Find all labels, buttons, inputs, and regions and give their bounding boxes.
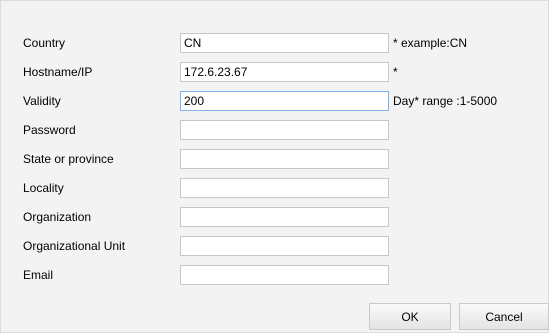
validity-label: Validity: [23, 94, 61, 108]
hostname-label: Hostname/IP: [23, 65, 93, 79]
cancel-button[interactable]: Cancel: [459, 303, 549, 330]
certificate-dialog: Country * example:CN Hostname/IP * Valid…: [0, 0, 549, 333]
validity-input[interactable]: [180, 91, 389, 111]
hostname-input[interactable]: [180, 62, 389, 82]
country-input[interactable]: [180, 33, 389, 53]
ok-button[interactable]: OK: [369, 303, 451, 330]
country-label: Country: [23, 36, 66, 50]
locality-label: Locality: [23, 181, 64, 195]
organization-input[interactable]: [180, 207, 389, 227]
email-label: Email: [23, 268, 54, 282]
org-unit-input[interactable]: [180, 236, 389, 256]
state-label: State or province: [23, 152, 114, 166]
validity-hint: Day* range :1-5000: [393, 94, 498, 108]
state-input[interactable]: [180, 149, 389, 169]
org-unit-label: Organizational Unit: [23, 239, 126, 253]
hostname-hint: *: [393, 65, 398, 79]
country-hint: * example:CN: [393, 36, 468, 50]
password-label: Password: [23, 123, 76, 137]
organization-label: Organization: [23, 210, 92, 224]
locality-input[interactable]: [180, 178, 389, 198]
email-input[interactable]: [180, 265, 389, 285]
password-input[interactable]: [180, 120, 389, 140]
